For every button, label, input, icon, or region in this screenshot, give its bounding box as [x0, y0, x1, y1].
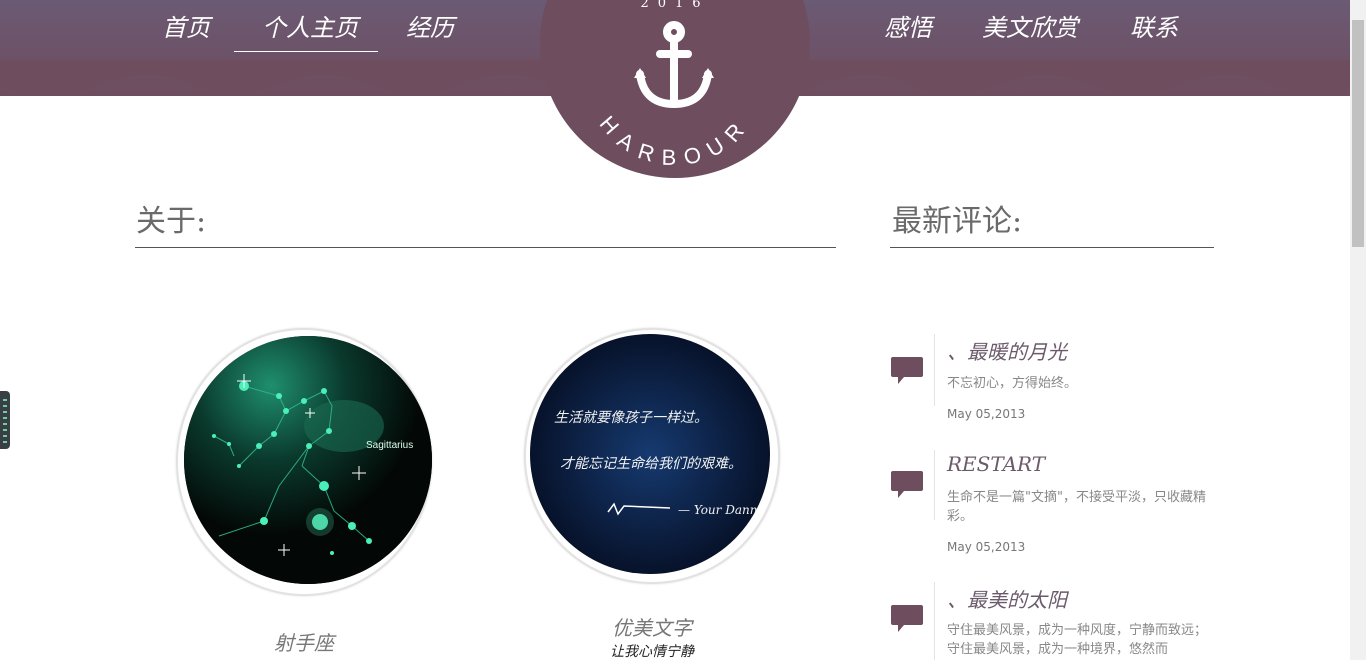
zodiac-image: Sagittarius [184, 336, 432, 584]
comment-date: May 05,2013 [947, 540, 1026, 554]
photo-caption-text: 优美文字 [612, 616, 692, 640]
nav-essays[interactable]: 美文欣赏 [982, 8, 1078, 43]
comment-title[interactable]: 、最美的太阳 [947, 584, 1067, 613]
comment-divider [934, 450, 935, 520]
zodiac-label: Sagittarius [366, 440, 413, 451]
about-divider [135, 247, 836, 248]
calligraphy-image: 生活就要像孩子一样过。 才能忘记生命给我们的艰难。 — Your Danny [530, 334, 770, 574]
speech-bubble-icon [891, 605, 923, 632]
nav-contact[interactable]: 联系 [1130, 8, 1178, 43]
comment-text: 守住最美风景，成为一种风度，宁静而致远；守住最美风景，成为一种境界，悠然而 [947, 623, 1208, 657]
comments-divider [890, 247, 1214, 248]
anchor-icon: HARBOUR [595, 21, 756, 170]
scrollbar-thumb[interactable] [1352, 20, 1364, 247]
calligraphy-line-1: 生活就要像孩子一样过。 [554, 410, 708, 426]
photo-subcaption-text: 让我心情宁静 [610, 644, 694, 660]
calligraphy-line-2: 才能忘记生命给我们的艰难。 [560, 456, 742, 472]
about-title: 关于: [136, 204, 207, 239]
comment-text: 生命不是一篇"文摘"，不接受平淡，只收藏精彩。 [947, 490, 1206, 524]
speech-bubble-icon [891, 357, 923, 384]
comment-title[interactable]: RESTART [947, 452, 1045, 476]
nav-insights[interactable]: 感悟 [884, 8, 932, 43]
comment-divider [934, 334, 935, 406]
calligraphy-signature: — Your Danny [678, 503, 764, 517]
nav-home[interactable]: 首页 [162, 8, 210, 43]
comments-title: 最新评论: [892, 204, 1023, 239]
logo-name: HARBOUR [595, 111, 756, 170]
nav-experience[interactable]: 经历 [406, 8, 454, 43]
comment-date: May 05,2013 [947, 407, 1026, 421]
comment-divider [934, 582, 935, 660]
comment-text: 不忘初心，方得始终。 [947, 376, 1078, 391]
photo-caption-zodiac: 射手座 [274, 631, 334, 655]
calligraphy-photo-frame[interactable]: 生活就要像孩子一样过。 才能忘记生命给我们的艰难。 — Your Danny [524, 328, 780, 584]
side-volume-widget[interactable] [0, 391, 10, 449]
comment-title[interactable]: 、最暖的月光 [947, 336, 1067, 365]
nav-profile[interactable]: 个人主页 [262, 8, 358, 43]
zodiac-photo-frame[interactable]: Sagittarius [176, 328, 432, 596]
site-logo[interactable]: 2016 HARBOUR [540, 0, 810, 178]
nav-active-underline [234, 51, 378, 52]
speech-bubble-icon [891, 471, 923, 498]
